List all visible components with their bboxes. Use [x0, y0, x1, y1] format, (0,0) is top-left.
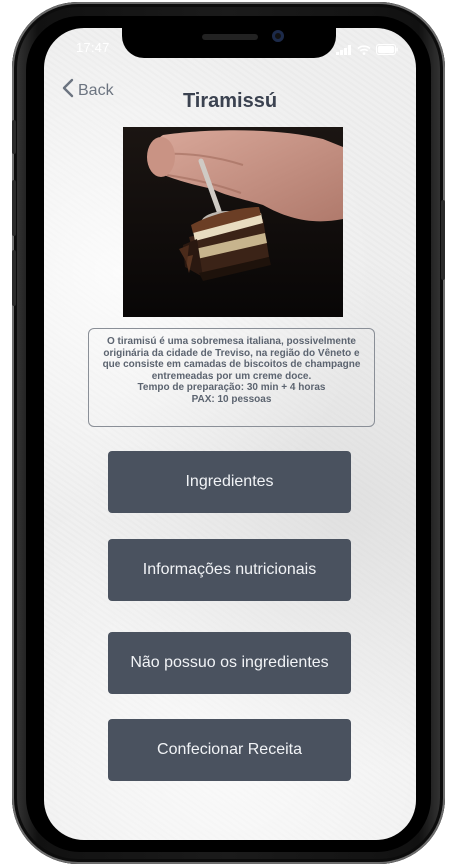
- status-time: 17:47: [76, 40, 110, 55]
- battery-icon: [376, 42, 398, 60]
- phone-power-button: [441, 200, 445, 280]
- description-line: entremeadas por um creme doce.: [151, 370, 312, 382]
- signal-icon: [336, 42, 352, 60]
- description-line: O tiramisú é uma sobremesa italiana, pos…: [107, 336, 356, 347]
- servings: PAX: 10 pessoas: [191, 393, 272, 405]
- description-line: originária da cidade de Treviso, na regi…: [103, 347, 360, 359]
- tiramisu-photo-icon: [123, 127, 343, 317]
- recipe-description: O tiramisú é uma sobremesa italiana, pos…: [88, 328, 375, 427]
- phone-mockup: 17:47 Back Tiramissú O tiramisú é uma so…: [0, 0, 468, 868]
- phone-volume-up: [12, 180, 16, 236]
- prepare-recipe-button[interactable]: Confecionar Receita: [108, 719, 351, 781]
- speaker-grille: [202, 34, 258, 40]
- app-screen: 17:47 Back Tiramissú O tiramisú é uma so…: [44, 28, 416, 840]
- ingredients-button[interactable]: Ingredientes: [108, 451, 351, 513]
- phone-side-button: [12, 120, 16, 154]
- prep-time: Tempo de preparação: 30 min + 4 horas: [137, 382, 326, 393]
- description-line: que consiste em camadas de biscoitos de …: [102, 359, 361, 370]
- nutrition-info-button[interactable]: Informações nutricionais: [108, 539, 351, 601]
- recipe-image: [123, 127, 343, 317]
- page-title: Tiramissú: [182, 90, 278, 112]
- phone-volume-down: [12, 250, 16, 306]
- missing-ingredients-button[interactable]: Não possuo os ingredientes: [108, 632, 351, 694]
- status-icons: [336, 42, 398, 60]
- wifi-icon: [357, 42, 371, 60]
- front-camera-icon: [272, 30, 284, 42]
- phone-notch: [122, 28, 336, 58]
